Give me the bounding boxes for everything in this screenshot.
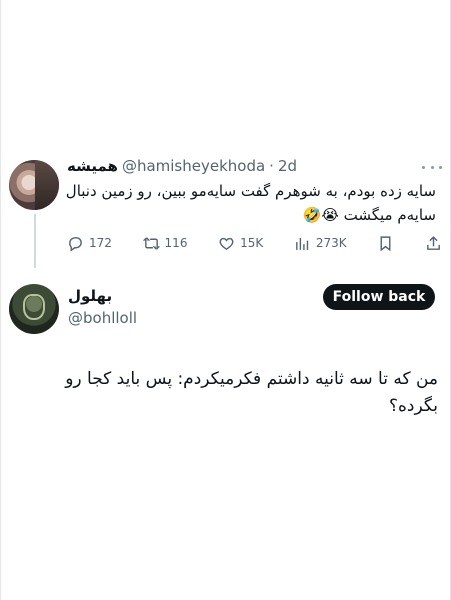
timestamp[interactable]: 2d (278, 157, 297, 175)
reply-icon (69, 236, 82, 252)
display-name[interactable]: همیشه (67, 157, 118, 175)
thread-connector (34, 214, 36, 268)
separator-dot: · (269, 157, 274, 175)
bookmark-icon (380, 235, 391, 251)
views-button[interactable]: 273K (294, 235, 347, 252)
like-icon (219, 237, 234, 250)
retweet-icon (142, 236, 160, 250)
reply-user-handle[interactable]: @bohlloll (68, 309, 137, 327)
tweet-screenshot: همیشه @hamisheyekhoda · 2d سایه زده بودم… (0, 0, 451, 600)
like-count: 15K (240, 236, 264, 250)
tweet-actions: 172 116 15K 273K (67, 231, 442, 255)
reply-display-name[interactable]: بهلول (68, 287, 112, 305)
follow-back-button[interactable]: Follow back (323, 284, 435, 310)
reply-text: من که تا سه ثانیه داشتم فکرمیکردم: پس با… (65, 369, 438, 416)
views-icon (296, 237, 309, 250)
retweet-button[interactable]: 116 (142, 235, 188, 252)
share-icon (427, 235, 440, 250)
reply-count: 172 (89, 236, 112, 250)
reply-button[interactable]: 172 (67, 235, 112, 252)
tweet-text: سایه زده بودم، به شوهرم گفت سایه‌مو ببین… (65, 182, 436, 224)
like-button[interactable]: 15K (218, 235, 263, 252)
reply-avatar[interactable] (9, 284, 59, 334)
user-handle[interactable]: @hamisheyekhoda (122, 157, 265, 175)
avatar[interactable] (9, 160, 59, 210)
tweet-header: همیشه @hamisheyekhoda · 2d (67, 156, 297, 176)
more-icon[interactable] (422, 160, 442, 174)
retweet-count: 116 (164, 236, 188, 250)
bookmark-button[interactable] (377, 235, 394, 252)
share-button[interactable] (425, 235, 442, 252)
view-count: 273K (315, 236, 347, 250)
